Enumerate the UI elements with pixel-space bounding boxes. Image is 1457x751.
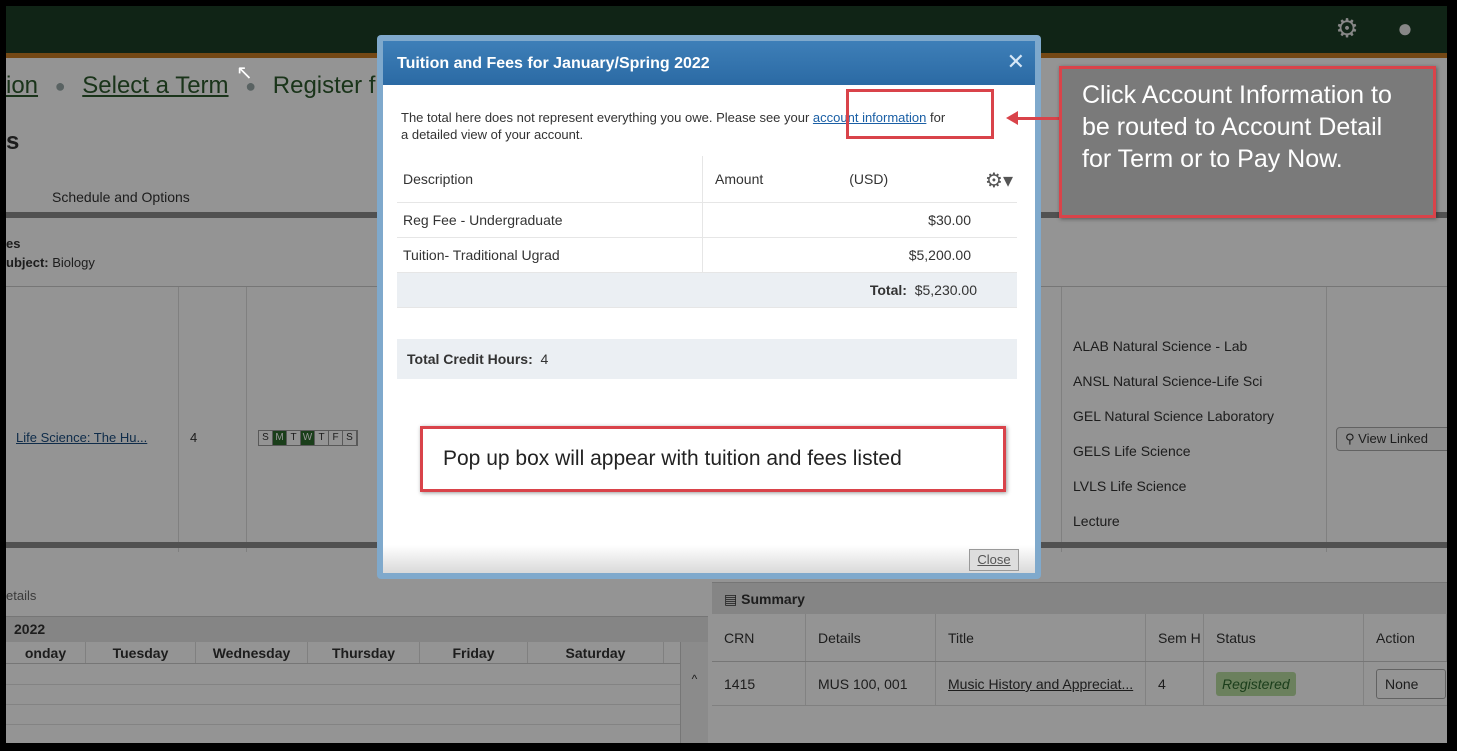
browser-frame: ⚙ ● ion ● Select a Term ● Register f s S… bbox=[6, 6, 1447, 743]
fee-amount-cell: $30.00 bbox=[703, 203, 1017, 237]
header-currency: (USD) bbox=[849, 171, 889, 187]
fee-total-row: Total: $5,230.00 bbox=[397, 273, 1017, 308]
dialog-header: Tuition and Fees for January/Spring 2022… bbox=[383, 41, 1035, 85]
fee-row: Reg Fee - Undergraduate $30.00 bbox=[397, 203, 1017, 238]
credit-hours-box: Total Credit Hours: 4 bbox=[397, 339, 1017, 379]
note-text-line2: a detailed view of your account. bbox=[401, 127, 584, 142]
fee-description: Reg Fee - Undergraduate bbox=[397, 203, 703, 237]
fee-amount: $5,200.00 bbox=[908, 247, 971, 263]
close-button[interactable]: Close bbox=[969, 549, 1019, 571]
fee-amount-cell: $5,200.00 bbox=[703, 238, 1017, 272]
total-label: Total: bbox=[869, 282, 907, 298]
close-icon[interactable]: ✕ bbox=[1007, 50, 1025, 74]
fee-rows: Reg Fee - Undergraduate $30.00 Tuition- Tr… bbox=[397, 203, 1017, 273]
popup-callout: Pop up box will appear with tuition and … bbox=[420, 426, 1006, 492]
account-info-callout: Click Account Information to be routed t… bbox=[1059, 66, 1436, 218]
fee-table-header: Description Amount (USD) ⚙▾ bbox=[397, 156, 1017, 203]
credit-hours-value: 4 bbox=[540, 351, 549, 367]
account-link-highlight bbox=[846, 89, 994, 139]
mouse-cursor-icon: ↖ bbox=[236, 62, 253, 84]
header-amount-cell: Amount (USD) ⚙▾ bbox=[703, 156, 1017, 202]
header-amount: Amount bbox=[715, 171, 764, 187]
fee-row: Tuition- Traditional Ugrad $5,200.00 bbox=[397, 238, 1017, 273]
arrow-left-icon bbox=[1006, 111, 1018, 125]
fee-description: Tuition- Traditional Ugrad bbox=[397, 238, 703, 272]
fee-table: Description Amount (USD) ⚙▾ Reg Fee - Un… bbox=[397, 156, 1017, 308]
callout-arrow bbox=[1016, 117, 1062, 120]
dialog-title: Tuition and Fees for January/Spring 2022 bbox=[397, 55, 710, 72]
fee-amount: $30.00 bbox=[928, 212, 971, 228]
total-value: $5,230.00 bbox=[914, 282, 977, 298]
credit-hours-label: Total Credit Hours: bbox=[407, 351, 533, 367]
note-text: The total here does not represent everyt… bbox=[401, 110, 813, 125]
gear-icon[interactable]: ⚙▾ bbox=[985, 168, 1013, 193]
header-description: Description bbox=[397, 156, 703, 202]
dialog-footer: Close bbox=[383, 545, 1035, 573]
